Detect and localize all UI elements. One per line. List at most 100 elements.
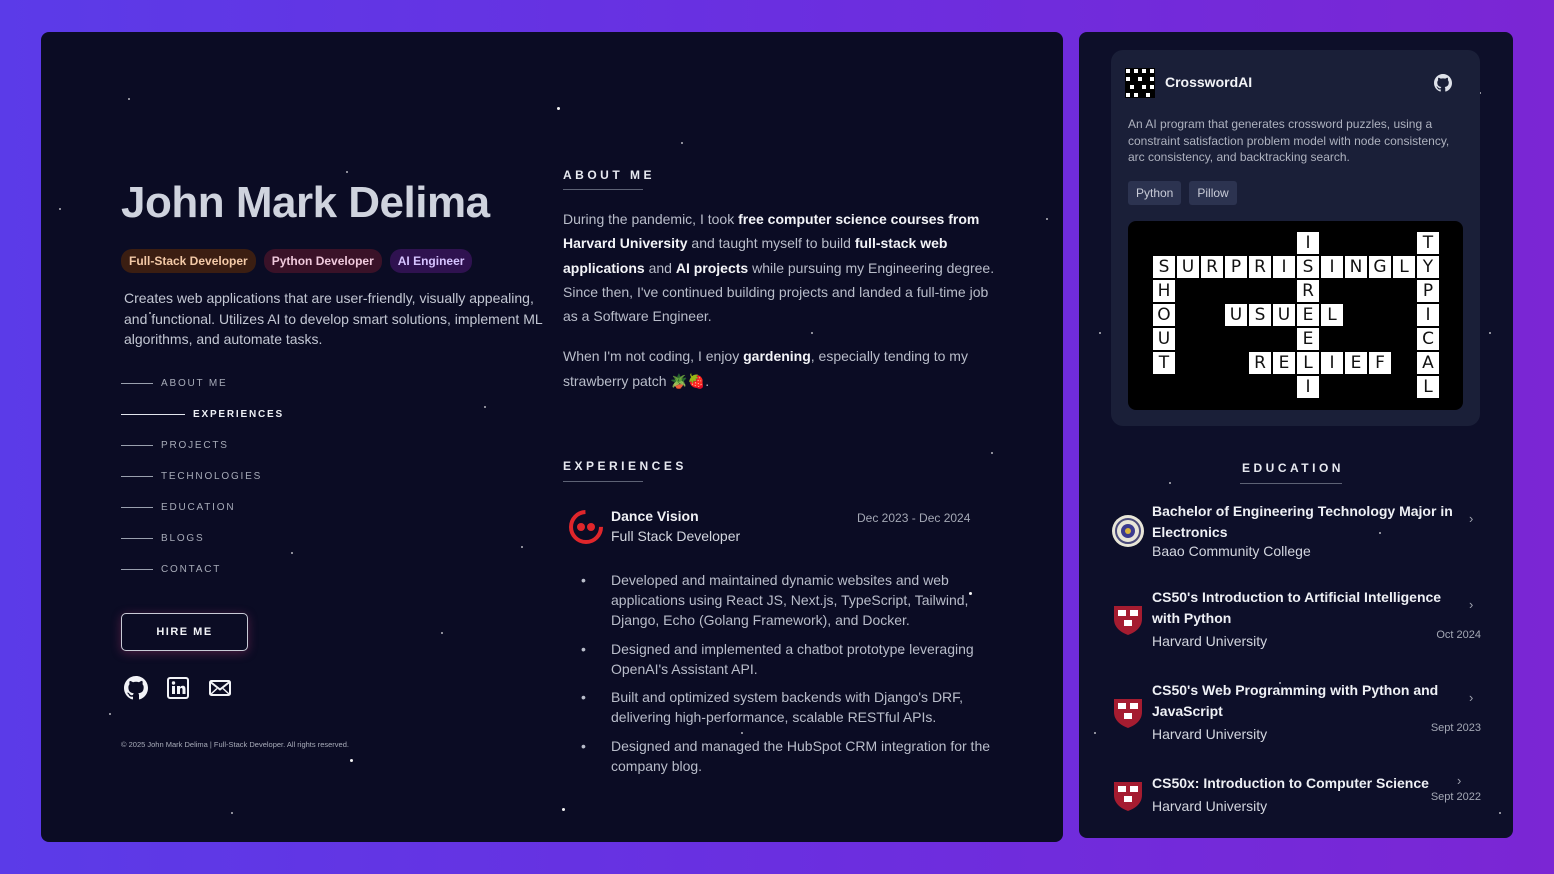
crossword-cell: P	[1224, 255, 1248, 279]
star-dot	[562, 808, 565, 811]
star-dot	[231, 812, 233, 814]
tag-python: Python	[1128, 181, 1182, 205]
project-card[interactable]: CrosswordAI An AI program that generates…	[1111, 50, 1480, 426]
crossword-cell: E	[1296, 303, 1320, 327]
experience-bullet: Designed and implemented a chatbot proto…	[581, 639, 991, 679]
star-dot	[128, 98, 130, 100]
crossword-cell: I	[1296, 375, 1320, 399]
star-dot	[291, 552, 293, 554]
nav-line	[121, 414, 185, 415]
education-name: CS50's Introduction to Artificial Intell…	[1152, 589, 1442, 626]
nav-label: CONTACT	[161, 564, 222, 575]
star-dot	[1099, 332, 1101, 334]
nav-label: TECHNOLOGIES	[161, 471, 263, 482]
experience-bullet: Developed and maintained dynamic website…	[581, 570, 991, 630]
nav-item-experiences[interactable]: EXPERIENCES	[121, 399, 284, 430]
about-text-run: During the pandemic, I took	[563, 211, 739, 227]
star-dot	[484, 406, 486, 408]
nav-item-blogs[interactable]: BLOGS	[121, 523, 284, 554]
project-description: An AI program that generates crossword p…	[1128, 117, 1450, 164]
crossword-cell: T	[1152, 351, 1176, 375]
experience-company: Dance Vision	[611, 508, 699, 524]
footer-copyright: © 2025 John Mark Delima | Full-Stack Dev…	[121, 740, 349, 749]
section-nav: ABOUT ME EXPERIENCES PROJECTS TECHNOLOGI…	[121, 368, 284, 585]
crossword-cell: U	[1176, 255, 1200, 279]
nav-line	[121, 383, 153, 384]
crossword-cell: N	[1344, 255, 1368, 279]
education-section-title: EDUCATION	[1242, 461, 1344, 475]
star-dot	[1489, 332, 1491, 334]
github-icon[interactable]	[124, 676, 148, 700]
nav-label: ABOUT ME	[161, 378, 228, 389]
crossword-cell: C	[1416, 327, 1440, 351]
education-name: CS50's Web Programming with Python and J…	[1152, 682, 1439, 719]
crossword-cell: R	[1248, 255, 1272, 279]
crossword-cell: Y	[1416, 255, 1440, 279]
nav-line	[121, 445, 153, 446]
harvard-shield-icon	[1111, 696, 1145, 730]
chevron-right-icon: ›	[1469, 511, 1474, 526]
crossword-cell: I	[1416, 303, 1440, 327]
crossword-cell: A	[1416, 351, 1440, 375]
crossword-cell: L	[1416, 375, 1440, 399]
crossword-cell: U	[1272, 303, 1296, 327]
star-dot	[350, 759, 353, 762]
crossword-cell: R	[1296, 279, 1320, 303]
education-item[interactable]: CS50x: Introduction to Computer Science …	[1111, 773, 1481, 823]
education-school: Baao Community College	[1152, 543, 1311, 559]
nav-line	[121, 538, 153, 539]
about-text-run: and taught myself to build	[687, 235, 855, 252]
about-paragraph-1: During the pandemic, I took free compute…	[563, 207, 995, 328]
linkedin-icon[interactable]	[166, 676, 190, 700]
nav-line	[121, 569, 153, 570]
education-school: Harvard University	[1152, 633, 1268, 649]
education-item[interactable]: Bachelor of Engineering Technology Major…	[1111, 501, 1481, 571]
nav-line	[121, 476, 153, 477]
education-school: Harvard University	[1152, 798, 1268, 814]
star-dot	[1046, 218, 1048, 220]
about-text: During the pandemic, I took free compute…	[563, 207, 995, 393]
crossword-cell: U	[1224, 303, 1248, 327]
crossword-cell: E	[1272, 351, 1296, 375]
crossword-cell: I	[1320, 351, 1344, 375]
crossword-cell: R	[1248, 351, 1272, 375]
badge-fullstack: Full-Stack Developer	[121, 249, 256, 273]
project-tags: Python Pillow	[1128, 181, 1237, 205]
nav-label: EDUCATION	[161, 502, 236, 513]
hire-me-button[interactable]: HIRE ME	[121, 613, 248, 651]
experience-bullets: Developed and maintained dynamic website…	[581, 570, 991, 784]
nav-item-projects[interactable]: PROJECTS	[121, 430, 284, 461]
chevron-right-icon: ›	[1457, 773, 1462, 788]
social-links	[124, 676, 232, 700]
nav-item-education[interactable]: EDUCATION	[121, 492, 284, 523]
star-dot	[521, 546, 523, 548]
education-date: Sept 2022	[1430, 791, 1481, 803]
profile-intro: Creates web applications that are user-f…	[124, 290, 543, 347]
nav-item-technologies[interactable]: TECHNOLOGIES	[121, 461, 284, 492]
nav-item-about[interactable]: ABOUT ME	[121, 368, 284, 399]
crossword-preview: SURPRISINGLYUSUELRELIEFHOUTIREITPICAL	[1128, 221, 1463, 410]
crossword-logo-icon	[1125, 68, 1155, 98]
star-dot	[109, 713, 111, 715]
education-name: CS50x: Introduction to Computer Science	[1152, 775, 1429, 791]
github-icon[interactable]	[1434, 74, 1452, 92]
education-item[interactable]: CS50's Introduction to Artificial Intell…	[1111, 587, 1481, 657]
side-card: CrosswordAI An AI program that generates…	[1079, 32, 1513, 838]
experience-role: Full Stack Developer	[611, 528, 741, 544]
about-text-run: and	[644, 259, 676, 276]
about-highlight: AI projects	[675, 259, 749, 276]
mail-icon[interactable]	[208, 676, 232, 700]
about-text-run: When I'm not coding, I enjoy	[563, 348, 744, 365]
education-item[interactable]: CS50's Web Programming with Python and J…	[1111, 680, 1481, 750]
crossword-cell: E	[1296, 327, 1320, 351]
dance-vision-logo-icon	[569, 510, 603, 544]
crossword-cell: P	[1416, 279, 1440, 303]
star-dot	[991, 452, 993, 454]
crossword-cell: E	[1344, 351, 1368, 375]
nav-item-contact[interactable]: CONTACT	[121, 554, 284, 585]
crossword-cell: S	[1248, 303, 1272, 327]
education-name: Bachelor of Engineering Technology Major…	[1152, 503, 1453, 540]
star-dot	[557, 107, 560, 110]
experiences-section-title: EXPERIENCES	[563, 459, 687, 473]
harvard-shield-icon	[1111, 779, 1145, 813]
